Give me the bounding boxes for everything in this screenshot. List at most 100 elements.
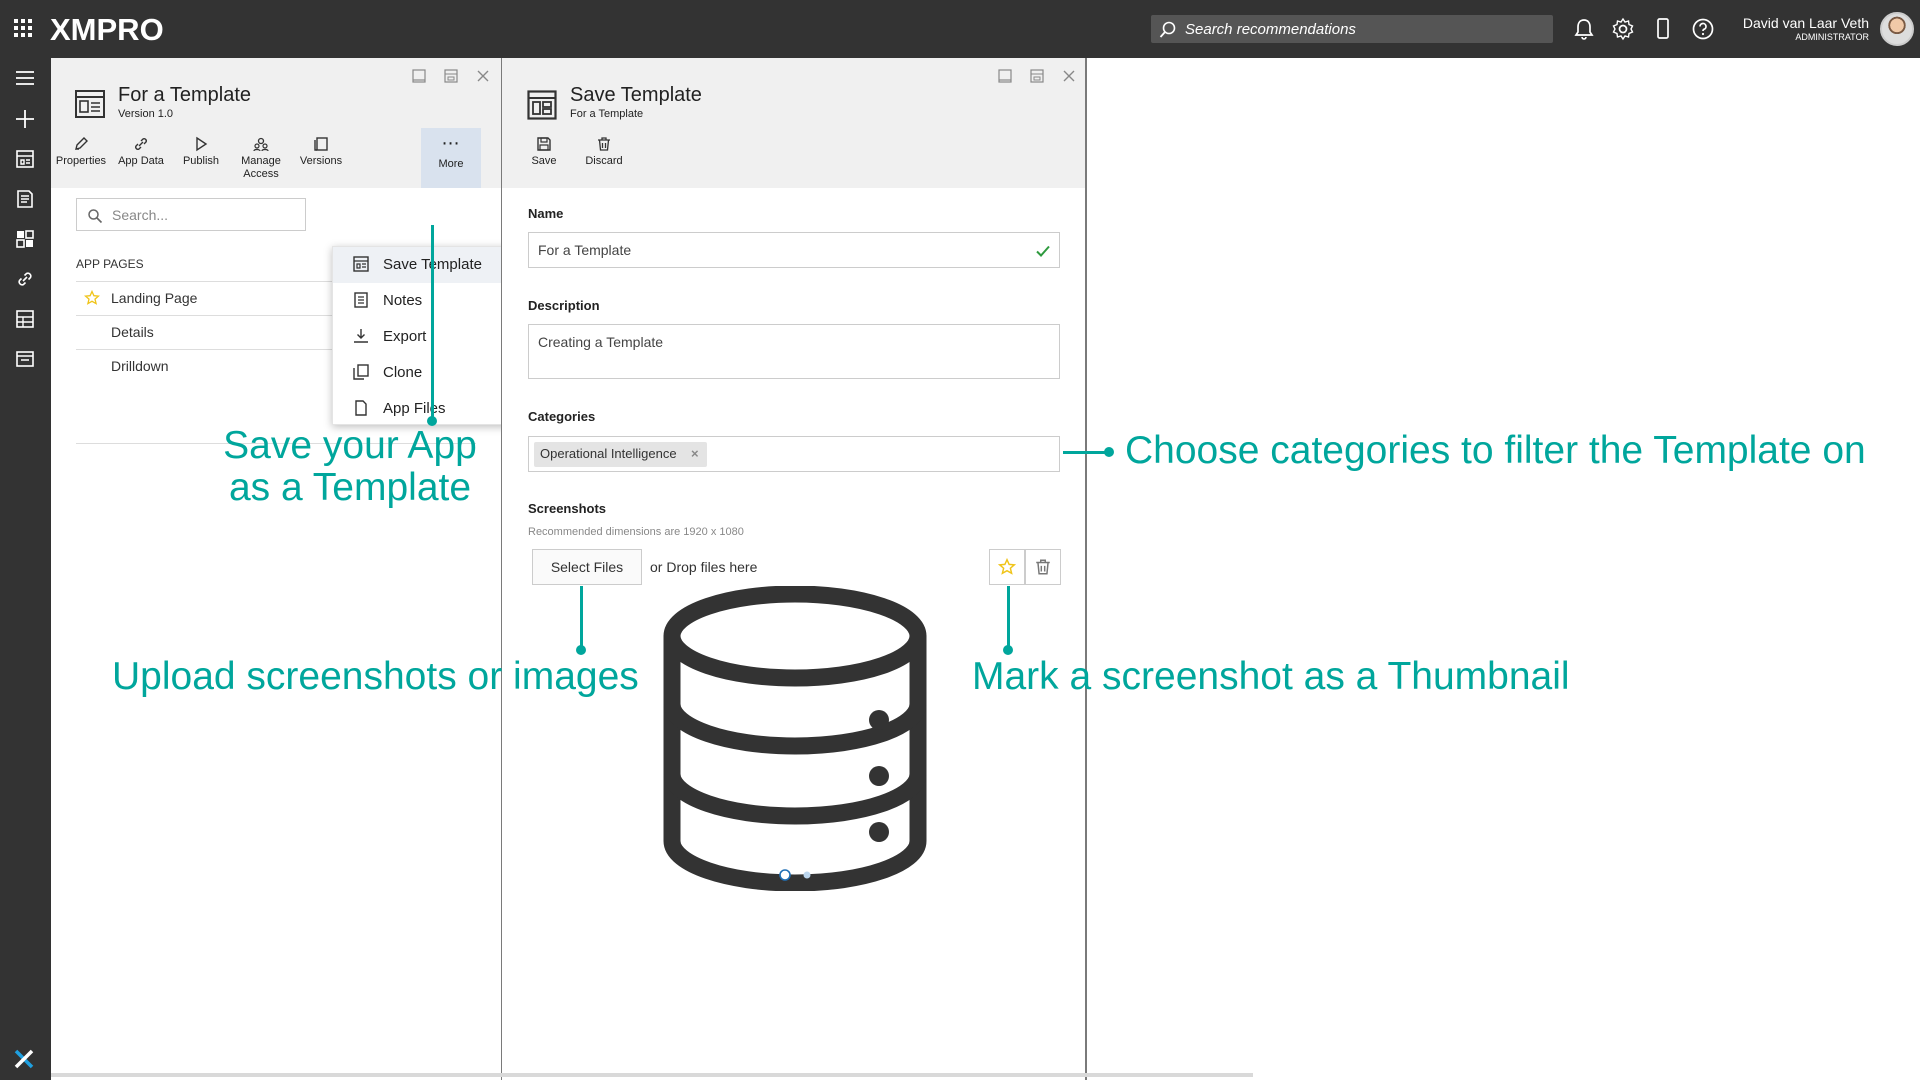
select-files-button[interactable]: Select Files: [532, 549, 642, 585]
annotation-upload: Upload screenshots or images: [112, 655, 639, 698]
screenshots-hint: Recommended dimensions are 1920 x 1080: [528, 526, 744, 538]
versions-button[interactable]: Versions: [291, 136, 351, 168]
save-button[interactable]: Save: [514, 136, 574, 168]
maximize-icon[interactable]: [1029, 68, 1045, 84]
user-role: ADMINISTRATOR: [1795, 32, 1869, 42]
user-name[interactable]: David van Laar Veth: [1743, 15, 1869, 31]
app-data-label: App Data: [118, 155, 164, 167]
data-stream-icon[interactable]: [13, 307, 37, 331]
publish-button[interactable]: Publish: [171, 136, 231, 168]
app-panel: For a Template Version 1.0 Properties Ap…: [51, 58, 552, 1080]
template-icon: [527, 90, 557, 120]
description-field[interactable]: Creating a Template: [528, 324, 1060, 379]
menu-item-label: Export: [383, 328, 427, 345]
save-template-panel: Save Template For a Template Save Discar…: [502, 58, 1086, 1080]
properties-label: Properties: [55, 155, 107, 167]
xmpro-logo[interactable]: XMPRO: [50, 12, 164, 48]
notes-icon: [354, 292, 368, 308]
search-icon: [88, 209, 103, 224]
more-button[interactable]: ⋯ More: [421, 128, 481, 188]
menu-item-label: Clone: [383, 364, 423, 381]
mobile-device-icon[interactable]: [1650, 16, 1676, 42]
annotation-categories: Choose categories to filter the Template…: [1125, 429, 1866, 472]
remove-chip-icon[interactable]: ×: [691, 446, 699, 461]
annotation-dot: [576, 645, 586, 655]
more-label: More: [438, 158, 464, 170]
description-value: Creating a Template: [538, 334, 664, 350]
close-icon[interactable]: [475, 68, 491, 84]
annotation-line: [1063, 451, 1105, 454]
name-field[interactable]: For a Template: [528, 232, 1060, 268]
description-label: Description: [528, 298, 600, 313]
manage-access-button[interactable]: Manage Access: [231, 136, 291, 181]
carousel-pager[interactable]: [778, 868, 812, 882]
annotation-line: [431, 225, 434, 421]
name-label: Name: [528, 206, 564, 221]
trash-icon: [1036, 559, 1050, 575]
more-dots-icon: ⋯: [441, 133, 461, 153]
publish-label: Publish: [182, 155, 220, 167]
pages-search-input[interactable]: Search...: [76, 198, 306, 231]
annotation-line: [580, 586, 583, 649]
xmpro-x-icon[interactable]: [13, 1048, 35, 1070]
page-label: Details: [111, 324, 154, 340]
category-chip-label: Operational Intelligence: [540, 446, 677, 461]
save-label: Save: [531, 155, 557, 167]
search-placeholder: Search recommendations: [1185, 21, 1356, 38]
recommendations-icon[interactable]: [13, 187, 37, 211]
top-bar: XMPRO Search recommendations David van L…: [0, 0, 1920, 58]
apps-list-icon[interactable]: [13, 147, 37, 171]
delete-screenshot-button[interactable]: [1025, 549, 1061, 585]
pages-search-placeholder: Search...: [112, 207, 169, 223]
users-icon: [253, 137, 269, 152]
plus-icon[interactable]: [13, 107, 37, 131]
link-icon[interactable]: [13, 267, 37, 291]
dashboard-icon[interactable]: [13, 227, 37, 251]
user-avatar[interactable]: [1880, 12, 1914, 46]
save-disk-icon: [537, 137, 551, 151]
app-pages-heading: APP PAGES: [76, 257, 144, 271]
annotation-dot: [1003, 645, 1013, 655]
categories-field[interactable]: Operational Intelligence ×: [528, 436, 1060, 472]
drop-files-hint: or Drop files here: [650, 559, 758, 575]
horizontal-scrollbar[interactable]: [51, 1073, 1253, 1077]
menu-item-label: Notes: [383, 292, 423, 309]
pencil-icon: [75, 137, 88, 150]
category-chip: Operational Intelligence ×: [534, 442, 707, 467]
settings-gear-icon[interactable]: [1610, 16, 1636, 42]
play-icon: [196, 136, 208, 152]
app-data-button[interactable]: App Data: [111, 136, 171, 168]
search-icon: [1159, 21, 1176, 38]
name-value: For a Template: [538, 242, 632, 258]
discard-label: Discard: [585, 155, 623, 167]
trash-icon: [598, 137, 610, 151]
page-label: Landing Page: [111, 290, 198, 306]
notifications-bell-icon[interactable]: [1571, 16, 1597, 42]
app-launcher-icon[interactable]: [14, 19, 34, 39]
save-template-subtitle: For a Template: [570, 108, 644, 120]
annotation-save-app: Save your App as a Template: [223, 424, 477, 509]
discard-button[interactable]: Discard: [574, 136, 634, 168]
carousel-dot-active: [779, 869, 791, 881]
download-icon: [354, 329, 368, 343]
left-nav-rail: [0, 58, 51, 1080]
save-template-title: Save Template: [570, 84, 702, 106]
minimize-icon[interactable]: [997, 68, 1013, 84]
recommendations-search-input[interactable]: Search recommendations: [1151, 15, 1553, 43]
template-icon[interactable]: [13, 347, 37, 371]
star-icon[interactable]: [84, 290, 100, 306]
star-icon: [998, 558, 1016, 575]
versions-label: Versions: [299, 155, 343, 167]
database-icon: [663, 586, 927, 891]
minimize-icon[interactable]: [411, 68, 427, 84]
properties-button[interactable]: Properties: [51, 136, 111, 168]
maximize-icon[interactable]: [443, 68, 459, 84]
page-label: Drilldown: [111, 358, 169, 374]
panel-divider: [1085, 58, 1087, 1080]
help-icon[interactable]: [1690, 16, 1716, 42]
close-icon[interactable]: [1061, 68, 1077, 84]
link-icon: [135, 138, 147, 150]
menu-icon[interactable]: [13, 66, 37, 90]
mark-thumbnail-button[interactable]: [989, 549, 1025, 585]
app-title: For a Template: [118, 84, 252, 106]
